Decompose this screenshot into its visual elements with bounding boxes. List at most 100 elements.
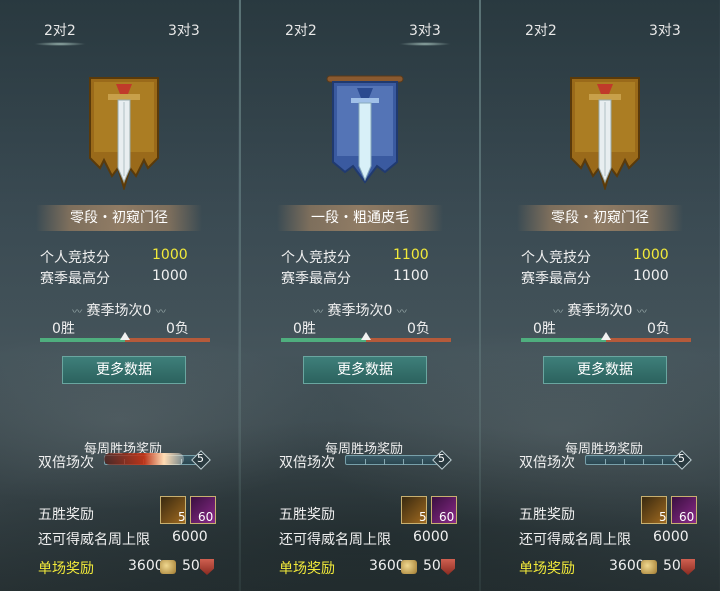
win-loss-bar (521, 332, 691, 342)
rank-title: 零段・初窥门径 (517, 205, 683, 231)
arena-panel: 2对2 3对3 零段・初窥门径 个人竞技分 1000 赛季最高分 1000 〰 … (0, 0, 238, 591)
shield-icon (681, 559, 695, 575)
double-count: 5 (678, 452, 685, 465)
wins-count: 0胜 (52, 321, 75, 337)
five-win-reward-label: 五胜奖励 (38, 507, 94, 523)
tab-3v3[interactable]: 3对3 (649, 20, 681, 40)
fame-cap-label: 还可得威名周上限 (519, 532, 631, 548)
ornament-icon: 〰 (155, 307, 166, 318)
ornament-icon: 〰 (396, 307, 407, 318)
single-reward-label: 单场奖励 (279, 561, 335, 577)
ornament-icon: 〰 (72, 307, 83, 318)
double-progress-track: 5 (345, 450, 452, 470)
coin-icon (160, 560, 176, 574)
season-high-value: 1000 (152, 268, 188, 284)
item2-count: 60 (439, 510, 455, 524)
fame-cap-value: 6000 (653, 529, 689, 545)
personal-score-label: 个人竞技分 (40, 250, 110, 266)
shield-icon (200, 559, 214, 575)
win-loss-bar (40, 332, 210, 342)
single-shield-value: 50 (182, 558, 200, 574)
season-high-label: 赛季最高分 (40, 271, 110, 287)
track-segment-tick (624, 459, 625, 465)
fame-cap-value: 6000 (413, 529, 449, 545)
wins-count: 0胜 (293, 321, 316, 337)
personal-score-value: 1100 (393, 247, 429, 263)
personal-score-value: 1000 (152, 247, 188, 263)
gold-sword-banner-icon (570, 77, 640, 190)
more-data-button[interactable]: 更多数据 (62, 356, 186, 384)
arena-panel: 2对2 3对3 零段・初窥门径 个人竞技分 1000 赛季最高分 1000 〰 … (481, 0, 719, 591)
double-progress-track: 5 (104, 450, 211, 470)
fame-cap-label: 还可得威名周上限 (279, 532, 391, 548)
double-games-label: 双倍场次 (519, 455, 575, 471)
season-games-text: 赛季场次0 (567, 303, 633, 319)
ornament-icon: 〰 (553, 307, 564, 318)
single-coin-value: 3600 (369, 558, 405, 574)
fame-cap-value: 6000 (172, 529, 208, 545)
gold-sword-banner-icon (89, 77, 159, 190)
season-games: 〰 赛季场次0 〰 (0, 300, 238, 320)
item2-count: 60 (679, 510, 695, 524)
coin-icon (641, 560, 657, 574)
single-shield-value: 50 (663, 558, 681, 574)
single-reward-label: 单场奖励 (38, 561, 94, 577)
coin-icon (401, 560, 417, 574)
double-progress-track: 5 (585, 450, 692, 470)
single-coin-value: 3600 (609, 558, 645, 574)
double-count: 5 (197, 452, 204, 465)
track-segment-tick (384, 459, 385, 465)
tab-2v2[interactable]: 2对2 (525, 20, 557, 40)
mode-tabs: 2对2 3对3 (0, 0, 238, 46)
arena-panel: 2对2 3对3 一段・粗通皮毛 个人竞技分 1100 赛季最高分 1100 〰 … (241, 0, 479, 591)
single-reward-label: 单场奖励 (519, 561, 575, 577)
shield-icon (441, 559, 455, 575)
personal-score-label: 个人竞技分 (521, 250, 591, 266)
season-high-value: 1000 (633, 268, 669, 284)
season-games: 〰 赛季场次0 〰 (481, 300, 719, 320)
tab-2v2[interactable]: 2对2 (285, 20, 317, 40)
track-segment-tick (643, 459, 644, 465)
win-fill (281, 338, 366, 342)
losses-count: 0负 (647, 321, 670, 337)
more-data-button[interactable]: 更多数据 (543, 356, 667, 384)
tab-3v3[interactable]: 3对3 (168, 20, 200, 40)
item2-count: 60 (198, 510, 214, 524)
ratio-marker-icon (120, 332, 130, 340)
double-count: 5 (438, 452, 445, 465)
season-high-value: 1100 (393, 268, 429, 284)
personal-score-value: 1000 (633, 247, 669, 263)
win-loss-bar (281, 332, 451, 342)
tab-3v3[interactable]: 3对3 (399, 20, 451, 46)
double-games-label: 双倍场次 (279, 455, 335, 471)
single-shield-value: 50 (423, 558, 441, 574)
season-high-label: 赛季最高分 (521, 271, 591, 287)
item1-count: 5 (419, 510, 427, 524)
mode-tabs: 2对2 3对3 (481, 0, 719, 44)
item1-count: 5 (178, 510, 186, 524)
personal-score-label: 个人竞技分 (281, 250, 351, 266)
win-fill (521, 338, 606, 342)
blue-sword-banner-icon (326, 75, 404, 184)
track-background (345, 455, 441, 465)
tab-2v2[interactable]: 2对2 (34, 20, 86, 46)
fame-cap-label: 还可得威名周上限 (38, 532, 150, 548)
five-win-reward-label: 五胜奖励 (279, 507, 335, 523)
track-segment-tick (662, 459, 663, 465)
track-segment-tick (365, 459, 366, 465)
track-segment-tick (422, 459, 423, 465)
mode-tabs: 2对2 3对3 (241, 0, 479, 46)
ornament-icon: 〰 (313, 307, 324, 318)
rank-title: 一段・粗通皮毛 (277, 205, 443, 231)
five-win-reward-label: 五胜奖励 (519, 507, 575, 523)
win-fill (40, 338, 125, 342)
track-segment-tick (605, 459, 606, 465)
track-segment-tick (403, 459, 404, 465)
season-games: 〰 赛季场次0 〰 (241, 300, 479, 320)
losses-count: 0负 (407, 321, 430, 337)
rank-title: 零段・初窥门径 (36, 205, 202, 231)
single-coin-value: 3600 (128, 558, 164, 574)
more-data-button[interactable]: 更多数据 (303, 356, 427, 384)
double-games-label: 双倍场次 (38, 455, 94, 471)
season-high-label: 赛季最高分 (281, 271, 351, 287)
